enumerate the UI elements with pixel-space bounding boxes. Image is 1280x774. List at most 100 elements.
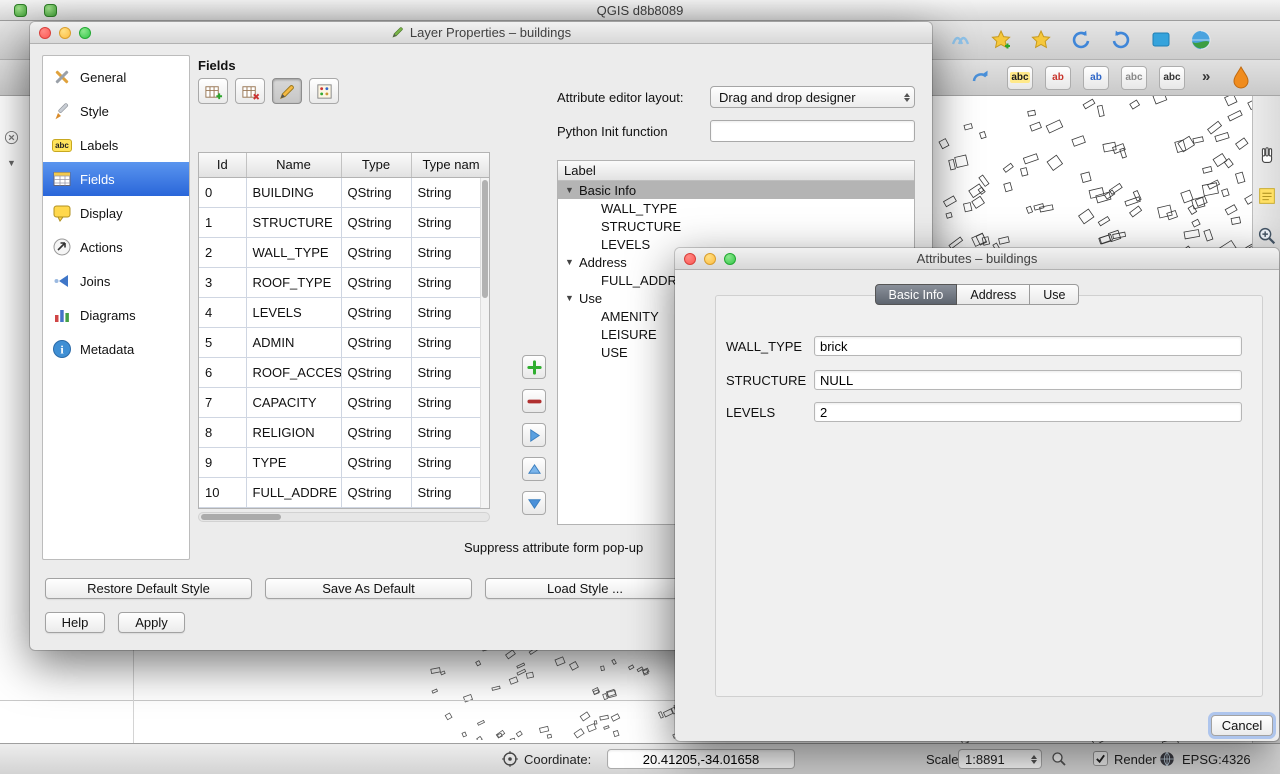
label-selected-icon[interactable]: ab <box>1045 66 1071 90</box>
style-button-1[interactable]: Save As Default <box>265 578 472 599</box>
table-cell: String <box>411 447 490 477</box>
annotation-icon[interactable] <box>1255 184 1279 208</box>
refresh-icon[interactable] <box>1067 26 1095 54</box>
new-column-button[interactable] <box>198 78 228 104</box>
style-button-0[interactable]: Restore Default Style <box>45 578 252 599</box>
python-init-input[interactable] <box>710 120 915 142</box>
sidebar-item-general[interactable]: General <box>43 60 189 94</box>
sidebar-item-style[interactable]: Style <box>43 94 189 128</box>
magnifier-icon[interactable] <box>1050 750 1068 768</box>
fields-column-header[interactable]: Type nam <box>411 153 490 177</box>
move-up-button[interactable] <box>522 457 546 481</box>
form-row-wall_type: WALL_TYPE <box>726 336 1242 356</box>
toolbar-overflow-chevron[interactable]: » <box>1202 68 1210 85</box>
panel-close-icon[interactable] <box>4 130 19 148</box>
table-row[interactable]: 5ADMINQStringString <box>199 327 490 357</box>
disclosure-triangle-icon[interactable]: ▼ <box>565 257 579 267</box>
remove-button[interactable] <box>522 389 546 413</box>
delete-column-button[interactable] <box>235 78 265 104</box>
new-map-view-icon[interactable] <box>1147 26 1175 54</box>
fields-column-header[interactable]: Id <box>199 153 246 177</box>
table-cell: String <box>411 387 490 417</box>
globe-icon[interactable] <box>1187 26 1215 54</box>
table-row[interactable]: 7CAPACITYQStringString <box>199 387 490 417</box>
zoom-in-icon[interactable] <box>1255 224 1279 248</box>
fields-column-header[interactable]: Type <box>341 153 411 177</box>
toggle-editing-button[interactable] <box>272 78 302 104</box>
sidebar-item-diagrams[interactable]: Diagrams <box>43 298 189 332</box>
label-move-icon[interactable]: abc <box>1159 66 1185 90</box>
sidebar-item-display[interactable]: Display <box>43 196 189 230</box>
wall_type-input[interactable] <box>814 336 1242 356</box>
disclosure-triangle-icon[interactable]: ▼ <box>565 293 579 303</box>
tab-use[interactable]: Use <box>1030 284 1079 305</box>
table-row[interactable]: 3ROOF_TYPEQStringString <box>199 267 490 297</box>
sidebar-item-fields[interactable]: Fields <box>43 162 189 196</box>
tree-item-label: FULL_ADDR <box>601 273 677 288</box>
actions-icon <box>52 237 72 257</box>
help-button[interactable]: Help <box>45 612 105 633</box>
status-bar: Coordinate: Scale 1:8891 Render EPSG:432… <box>0 743 1280 774</box>
table-row[interactable]: 8RELIGIONQStringString <box>199 417 490 447</box>
add-button[interactable] <box>522 355 546 379</box>
layer-properties-titlebar[interactable]: Layer Properties – buildings <box>30 22 932 44</box>
horizontal-scrollbar[interactable] <box>198 512 490 522</box>
processing-icon[interactable] <box>1228 64 1254 90</box>
render-checkbox[interactable] <box>1093 751 1108 766</box>
attribute-editor-layout-select[interactable]: Drag and drop designer <box>710 86 915 108</box>
tab-address[interactable]: Address <box>957 284 1030 305</box>
scale-combo[interactable]: 1:8891 <box>958 749 1042 769</box>
table-row[interactable]: 10FULL_ADDREQStringString <box>199 477 490 507</box>
apply-button[interactable]: Apply <box>118 612 185 633</box>
sidebar-item-labels[interactable]: abcLabels <box>43 128 189 162</box>
show-bookmarks-icon[interactable] <box>1027 26 1055 54</box>
field-label: STRUCTURE <box>726 373 814 388</box>
table-row[interactable]: 4LEVELSQStringString <box>199 297 490 327</box>
fields-table: IdNameTypeType nam0BUILDINGQStringString… <box>199 153 490 508</box>
cancel-button[interactable]: Cancel <box>1211 715 1273 736</box>
table-row[interactable]: 6ROOF_ACCESQStringString <box>199 357 490 387</box>
attributes-titlebar[interactable]: Attributes – buildings <box>675 248 1279 270</box>
zoom-last-icon[interactable] <box>1107 26 1135 54</box>
tree-item-structure[interactable]: STRUCTURE <box>558 217 914 235</box>
labeling-icon[interactable]: abc <box>1007 66 1033 90</box>
sidebar-item-joins[interactable]: Joins <box>43 264 189 298</box>
table-cell: 2 <box>199 237 246 267</box>
table-row[interactable]: 0BUILDINGQStringString <box>199 177 490 207</box>
sidebar-item-metadata[interactable]: iMetadata <box>43 332 189 366</box>
pan-touch-icon[interactable] <box>947 26 975 54</box>
move-down-button[interactable] <box>522 491 546 515</box>
label-outline-icon[interactable]: abc <box>1121 66 1147 90</box>
structure-input[interactable] <box>814 370 1242 390</box>
vertical-scrollbar[interactable] <box>480 178 489 508</box>
scrollbar-thumb[interactable] <box>482 180 488 298</box>
redo-icon[interactable] <box>967 64 995 92</box>
table-cell: QString <box>341 207 411 237</box>
scrollbar-thumb[interactable] <box>201 514 281 520</box>
tree-item-basic-info[interactable]: ▼Basic Info <box>558 181 914 199</box>
tab-basic-info[interactable]: Basic Info <box>875 284 958 305</box>
table-row[interactable]: 9TYPEQStringString <box>199 447 490 477</box>
sidebar-item-label: Joins <box>80 274 110 289</box>
levels-input[interactable] <box>814 402 1242 422</box>
promote-button[interactable] <box>522 423 546 447</box>
disclosure-triangle-icon[interactable]: ▼ <box>565 185 579 195</box>
label-blue-icon[interactable]: ab <box>1083 66 1109 90</box>
style-button-2[interactable]: Load Style ... <box>485 578 685 599</box>
buildings-layer-south <box>430 640 680 740</box>
coordinate-input[interactable] <box>607 749 795 769</box>
field-calculator-button[interactable] <box>309 78 339 104</box>
table-row[interactable]: 1STRUCTUREQStringString <box>199 207 490 237</box>
panel-expand-icon[interactable]: ▼ <box>7 158 16 168</box>
crs-icon[interactable] <box>1158 750 1176 768</box>
fields-column-header[interactable]: Name <box>246 153 341 177</box>
road-line-vertical <box>133 650 134 743</box>
table-cell: WALL_TYPE <box>246 237 341 267</box>
pan-hand-icon[interactable] <box>1255 144 1279 168</box>
layer-properties-sidebar: GeneralStyleabcLabelsFieldsDisplayAction… <box>42 55 190 560</box>
table-row[interactable]: 2WALL_TYPEQStringString <box>199 237 490 267</box>
new-bookmark-icon[interactable] <box>987 26 1015 54</box>
sidebar-item-actions[interactable]: Actions <box>43 230 189 264</box>
tree-item-wall-type[interactable]: WALL_TYPE <box>558 199 914 217</box>
tracking-icon[interactable] <box>502 751 518 767</box>
